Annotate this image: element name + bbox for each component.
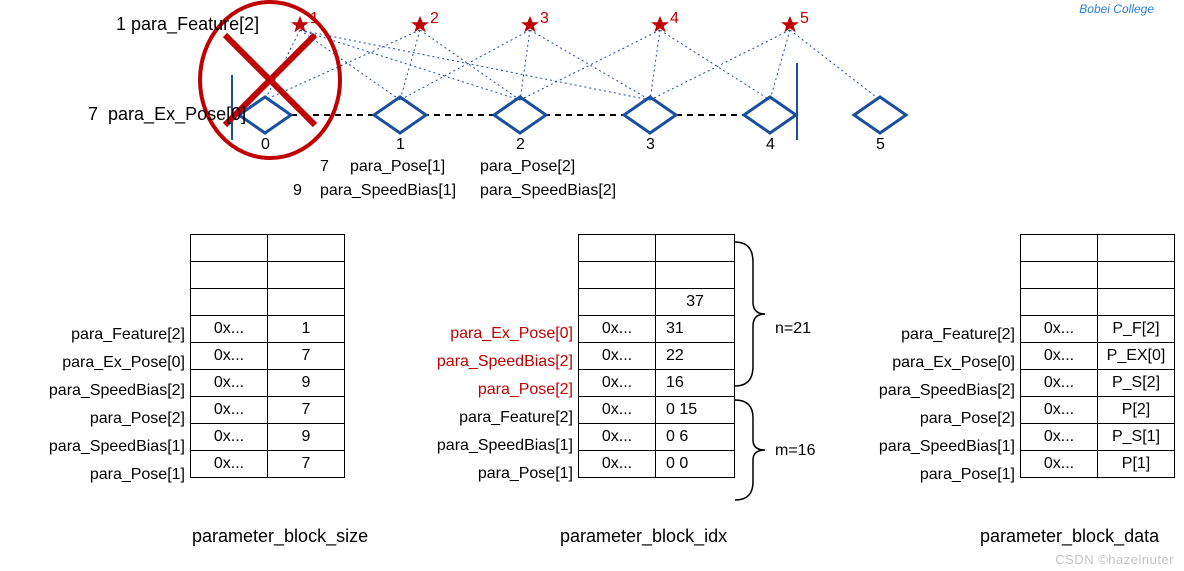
star-3: 3 (540, 10, 549, 28)
frame-4: 4 (766, 136, 775, 154)
table-row: 0x...0 0 (579, 451, 735, 478)
mid-prefix-9: 9 (293, 182, 302, 200)
n-label: n=21 (775, 320, 811, 338)
parameter-block-idx-table: 37 0x...310x...220x...160x...0 150x...0 … (578, 234, 735, 478)
table-row: 0x...16 (579, 370, 735, 397)
table-row: 0x...9 (191, 370, 345, 397)
row-label: para_Pose[1] (0, 461, 185, 489)
table-row: 0x...0 6 (579, 424, 735, 451)
row-label: para_SpeedBias[2] (0, 377, 185, 405)
data-title: parameter_block_data (980, 526, 1159, 547)
row-label: para_SpeedBias[1] (0, 433, 185, 461)
row-label: para_Pose[2] (0, 405, 185, 433)
mid-sb1: para_SpeedBias[1] (320, 182, 456, 200)
mid-prefix-7: 7 (320, 158, 329, 176)
idx-title: parameter_block_idx (560, 526, 727, 547)
frame-0: 0 (261, 136, 270, 154)
star-4: 4 (670, 10, 679, 28)
row-label: para_SpeedBias[1] (830, 433, 1015, 461)
table-row: 0x...P_S[2] (1021, 370, 1175, 397)
expose-prefix: 7 para_Ex_Pose[0] (88, 104, 246, 125)
row-label: para_Ex_Pose[0] (400, 320, 573, 348)
table-row: 0x...22 (579, 343, 735, 370)
row-label: para_Ex_Pose[0] (830, 349, 1015, 377)
table-row: 0x...7 (191, 451, 345, 478)
row-label: para_Feature[2] (400, 404, 573, 432)
table-row: 0x...31 (579, 316, 735, 343)
row-label: para_Pose[2] (830, 405, 1015, 433)
frame-3: 3 (646, 136, 655, 154)
table-row: 0x...9 (191, 424, 345, 451)
m-label: m=16 (775, 442, 815, 460)
row-label: para_SpeedBias[2] (830, 377, 1015, 405)
data-labels: para_Feature[2]para_Ex_Pose[0]para_Speed… (830, 321, 1015, 489)
parameter-block-size-table: 0x...10x...70x...90x...70x...90x...7 (190, 234, 345, 478)
mid-pose2: para_Pose[2] (480, 158, 575, 176)
table-row: 0x...7 (191, 343, 345, 370)
table-row: 0x...P[1] (1021, 451, 1175, 478)
size-labels: para_Feature[2]para_Ex_Pose[0]para_Speed… (0, 321, 185, 489)
frame-1: 1 (396, 136, 405, 154)
mid-sb2: para_SpeedBias[2] (480, 182, 616, 200)
row-label: para_SpeedBias[1] (400, 432, 573, 460)
table-row: 0x...P_F[2] (1021, 316, 1175, 343)
idx-labels: para_Ex_Pose[0]para_SpeedBias[2]para_Pos… (400, 320, 573, 488)
star-5: 5 (800, 10, 809, 28)
mid-pose1: para_Pose[1] (350, 158, 445, 176)
table-row: 0x...P_S[1] (1021, 424, 1175, 451)
frame-5: 5 (876, 136, 885, 154)
frame-2: 2 (516, 136, 525, 154)
star-1: 1 (310, 10, 319, 28)
table-row: 0x...P_EX[0] (1021, 343, 1175, 370)
parameter-block-data-table: 0x...P_F[2]0x...P_EX[0]0x...P_S[2]0x...P… (1020, 234, 1175, 478)
table-row: 0x...1 (191, 316, 345, 343)
star-2: 2 (430, 10, 439, 28)
logo-text: Bobei College (1079, 2, 1154, 16)
row-label: para_Feature[2] (0, 321, 185, 349)
row-label: para_Ex_Pose[0] (0, 349, 185, 377)
watermark: CSDN ©hazelnuter (1055, 552, 1174, 567)
row-label: para_Pose[2] (400, 376, 573, 404)
row-label: para_Feature[2] (830, 321, 1015, 349)
row-label: para_Pose[1] (830, 461, 1015, 489)
row-label: para_SpeedBias[2] (400, 348, 573, 376)
table-row: 0x...0 15 (579, 397, 735, 424)
table-row: 0x...7 (191, 397, 345, 424)
table-row: 0x...P[2] (1021, 397, 1175, 424)
row-label: para_Pose[1] (400, 460, 573, 488)
size-title: parameter_block_size (192, 526, 368, 547)
feature-prefix: 1 para_Feature[2] (116, 14, 259, 35)
